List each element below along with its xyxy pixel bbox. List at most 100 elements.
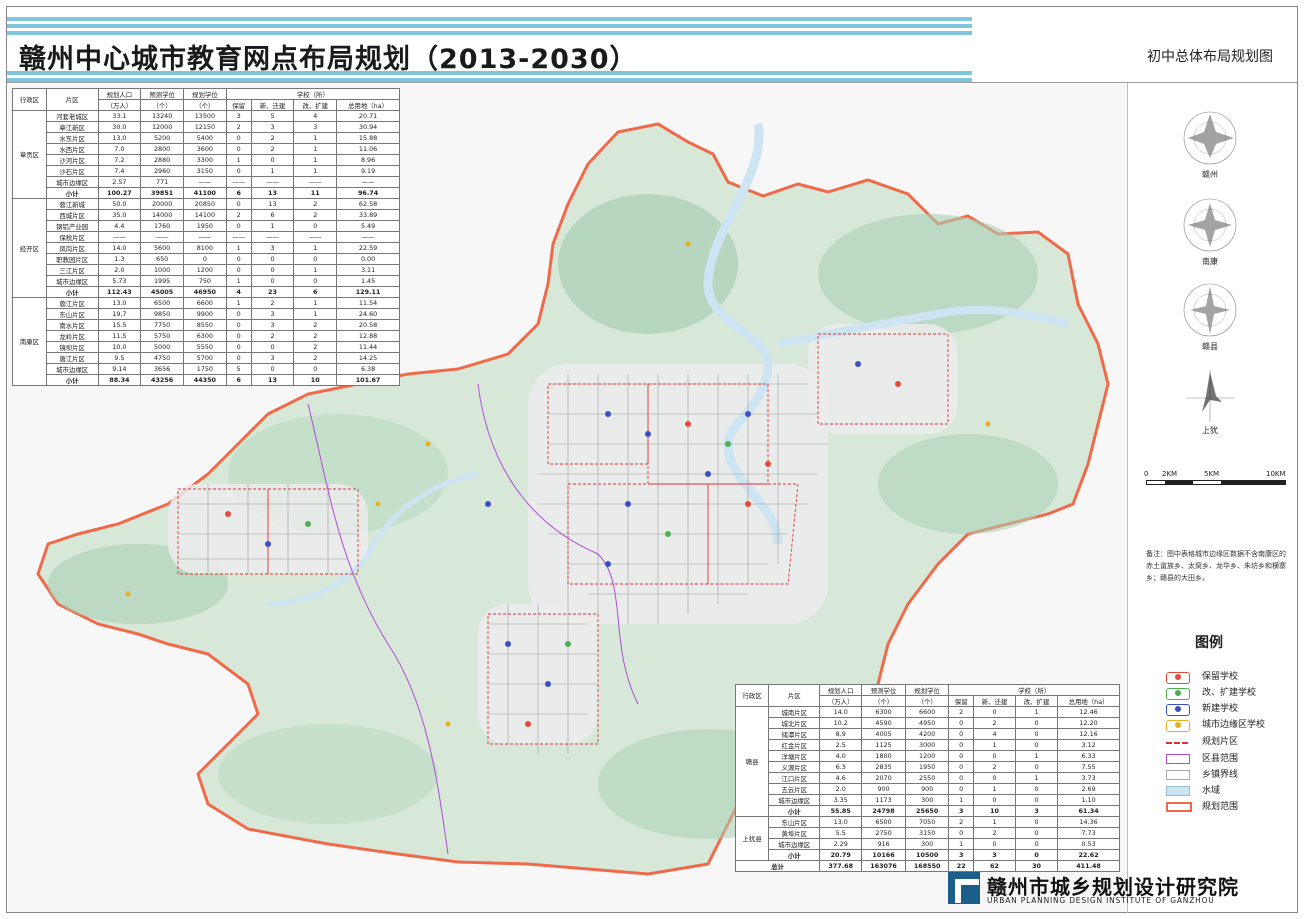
table-cell: 蓉江新城	[45, 198, 99, 210]
table-cell: 0	[250, 363, 295, 375]
table-cell: ——	[225, 231, 252, 243]
table-header-cell: 总用地（ha）	[1057, 695, 1120, 707]
table-cell: 4.0	[819, 750, 863, 762]
table-cell: 2	[972, 717, 1017, 729]
table-cell: 7750	[140, 319, 184, 331]
table-cell: 88.34	[97, 374, 142, 386]
district-cell: 上犹县	[734, 816, 770, 861]
table-row: 镜坝片区 10.0 5000 5550 0 0 2 11.44	[13, 341, 400, 353]
table-cell: 镜坝片区	[45, 341, 99, 353]
table-cell: 900	[904, 783, 950, 795]
legend-item-county: 区县范围	[1166, 752, 1296, 766]
table-cell: 45005	[140, 286, 184, 298]
table-cell: 30.94	[336, 121, 400, 133]
table-cell: 6300	[183, 330, 227, 342]
table-cell: 20.71	[336, 110, 400, 122]
table-cell: 1000	[140, 264, 184, 276]
table-cell: 1750	[183, 363, 227, 375]
table-row: 洋塘片区 4.0 1800 1200 0 0 1 6.33	[736, 750, 1120, 762]
table-cell: 100.27	[97, 187, 142, 199]
table-cell: 2	[948, 816, 974, 828]
table-cell: 小计	[768, 805, 821, 817]
table-cell: 35.0	[97, 209, 142, 221]
table-cell: 0	[225, 308, 252, 320]
table-cell: 0	[948, 728, 974, 740]
table-cell: 6.38	[336, 363, 400, 375]
page-title: 赣州中心城市教育网点布局规划（2013-2030）	[19, 44, 638, 75]
table-cell: 7.2	[97, 154, 142, 166]
table-header-cell: 总用地（ha）	[336, 99, 400, 111]
table-cell: 3.12	[1057, 739, 1120, 751]
table-cell: 1	[293, 264, 338, 276]
wind-rose-label: 赣县	[1202, 342, 1218, 351]
table-cell: 13.0	[97, 132, 142, 144]
table-cell: 0	[250, 154, 295, 166]
district-cell: 章贡区	[12, 110, 47, 199]
table-cell: 2	[293, 330, 338, 342]
table-cell: 5550	[183, 341, 227, 353]
table-cell: 3	[948, 805, 974, 817]
table-cell: 11	[293, 187, 338, 199]
table-cell: 25650	[904, 805, 950, 817]
table-cell: 4750	[140, 352, 184, 364]
table-header-cell: 新、迁建	[250, 99, 295, 111]
table-cell: ——	[97, 231, 142, 243]
table-cell: 0	[293, 363, 338, 375]
table-cell: 15.5	[97, 319, 142, 331]
legend-item-water: 水域	[1166, 784, 1296, 798]
table-cell: 钢铝产业园	[45, 220, 99, 232]
table-cell: 4.6	[819, 772, 863, 784]
table-cell: 2	[972, 761, 1017, 773]
table-cell: 龙岭片区	[45, 330, 99, 342]
table-cell: 0	[225, 330, 252, 342]
table-cell: 总计	[734, 860, 821, 872]
table-cell: 11.44	[336, 341, 400, 353]
table-cell: 0	[1015, 849, 1059, 861]
table-row: 章贡区 河套老城区 33.1 13240 13500 3 5 4 20.71	[12, 110, 400, 199]
table-cell: 5200	[140, 132, 184, 144]
table-cell: 6	[250, 209, 295, 221]
table-cell: 0	[250, 275, 295, 287]
table-cell: 0	[1015, 783, 1059, 795]
grey-line-icon	[1166, 770, 1190, 780]
table-cell: 0	[1015, 728, 1059, 740]
header-stripe	[7, 31, 972, 35]
table-cell: 1	[250, 220, 295, 232]
table-header-cell: 学校（所）	[948, 684, 1120, 696]
wind-rose-icon	[1183, 198, 1237, 252]
table-row: 水西片区 7.0 2800 3600 0 2 1 11.06	[13, 143, 400, 155]
table-header-cell: 规划学位	[904, 684, 950, 696]
institute-logo: 赣州市城乡规划设计研究院 URBAN PLANNING DESIGN INSTI…	[945, 868, 1295, 908]
table-cell: 3150	[904, 827, 950, 839]
table-cell: 1995	[140, 275, 184, 287]
table-cell: 1	[293, 154, 338, 166]
table-header-row: 行政区 片区 规划人口 预测学位 规划学位 学校（所）	[734, 684, 1120, 707]
table-cell: 62.58	[336, 198, 400, 210]
table-cell: 城市边缘区	[45, 363, 99, 375]
wind-rose-nankang: 南康	[1175, 195, 1245, 267]
table-cell: 5600	[140, 242, 184, 254]
table-cell: 3	[1015, 805, 1059, 817]
table-cell: 24.60	[336, 308, 400, 320]
table-cell: 3	[948, 849, 974, 861]
table-cell: 916	[861, 838, 906, 850]
table-cell: 1	[293, 143, 338, 155]
table-cell: 3	[250, 121, 295, 133]
table-cell: 0	[225, 319, 252, 331]
table-cell: ——	[140, 231, 184, 243]
table-row: 五云片区 2.0 900 900 0 1 0 2.69	[736, 783, 1120, 795]
district-cell: 经开区	[12, 198, 47, 298]
table-cell: 10	[293, 374, 338, 386]
table-cell: 750	[183, 275, 227, 287]
table-cell: 6600	[183, 297, 227, 309]
table-row: 钢铝产业园 4.4 1760 1950 0 1 0 5.49	[13, 220, 400, 232]
table-cell: 44350	[183, 374, 227, 386]
legend-label: 城市边缘区学校	[1202, 720, 1266, 730]
table-row: 西城片区 35.0 14000 14100 2 6 2 33.89	[13, 209, 400, 221]
table-cell: 沙石片区	[45, 165, 99, 177]
table-cell: 6.3	[819, 761, 863, 773]
legend-item-boundary: 规划范围	[1166, 800, 1296, 814]
institute-name-english: URBAN PLANNING DESIGN INSTITUTE OF GANZH…	[987, 896, 1215, 905]
table-cell: 0	[225, 132, 252, 144]
table-cell: 0	[948, 750, 974, 762]
